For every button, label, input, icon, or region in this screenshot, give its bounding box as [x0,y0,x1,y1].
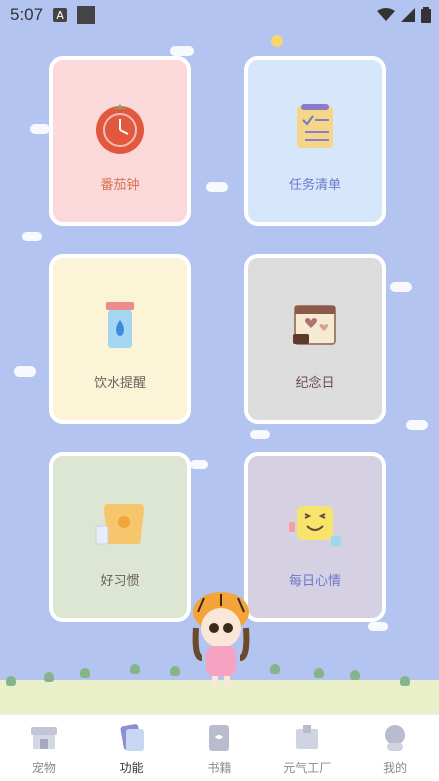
card-pomodoro[interactable]: 番茄钟 [49,56,191,226]
signal-icon [401,8,415,22]
card-task-list[interactable]: 任务清单 [244,56,386,226]
card-good-habit[interactable]: 好习惯 [49,452,191,622]
checklist-icon [297,104,333,148]
tomato-clock-icon [96,104,144,154]
cloud [368,622,388,631]
tree [350,670,360,680]
water-cup-icon [106,302,134,348]
smile-face-icon [289,506,341,546]
card-label: 饮水提醒 [93,376,146,391]
pet-shop-icon [30,727,57,749]
cloud [14,366,36,377]
tree [314,668,324,678]
tab-factory[interactable]: 元气工厂 [272,715,342,776]
tree [44,672,54,682]
profile-icon [385,725,406,751]
tiger-girl-character[interactable] [176,588,266,688]
cloud [390,282,412,292]
tab-label: 元气工厂 [283,761,332,775]
sun-icon [271,35,283,47]
tree [270,664,280,674]
anniversary-calendar-icon [293,305,336,345]
battery-icon [421,7,431,23]
book-icon [209,725,230,751]
tab-books[interactable]: 书籍 [184,715,254,776]
factory-icon [296,725,319,749]
tab-label: 书籍 [207,761,232,775]
cloud [190,460,208,469]
status-bar: 5:07 A [0,0,439,30]
notification-square-icon [77,6,96,24]
toast-milk-icon [95,504,144,545]
status-right-group [377,7,431,23]
cloud [206,182,228,192]
wifi-icon [377,8,395,21]
tab-label: 功能 [119,761,144,775]
card-label: 任务清单 [288,178,341,193]
tree [400,676,410,686]
tab-label: 我的 [383,761,408,775]
card-label: 纪念日 [295,376,335,391]
bottom-tab-bar: 宠物 功能 书籍 元气工厂 我的 [0,714,439,781]
status-time: 5:07 [10,5,44,24]
tree [80,668,90,678]
tab-label: 宠物 [31,761,56,775]
cloud [170,46,194,56]
tree [6,676,16,686]
cloud [406,420,428,430]
card-label: 番茄钟 [100,178,140,193]
cloud [22,232,42,241]
cards-icon [120,724,144,751]
cloud [30,124,50,134]
tree [130,664,140,674]
cloud [250,430,270,439]
tab-functions[interactable]: 功能 [97,715,167,776]
app-notification-icon: A [53,8,68,22]
tab-pet[interactable]: 宠物 [9,715,79,776]
card-label: 每日心情 [288,574,341,589]
tab-mine[interactable]: 我的 [360,715,430,776]
card-label: 好习惯 [100,574,140,589]
card-anniversary[interactable]: 纪念日 [244,254,386,424]
card-water-reminder[interactable]: 饮水提醒 [49,254,191,424]
